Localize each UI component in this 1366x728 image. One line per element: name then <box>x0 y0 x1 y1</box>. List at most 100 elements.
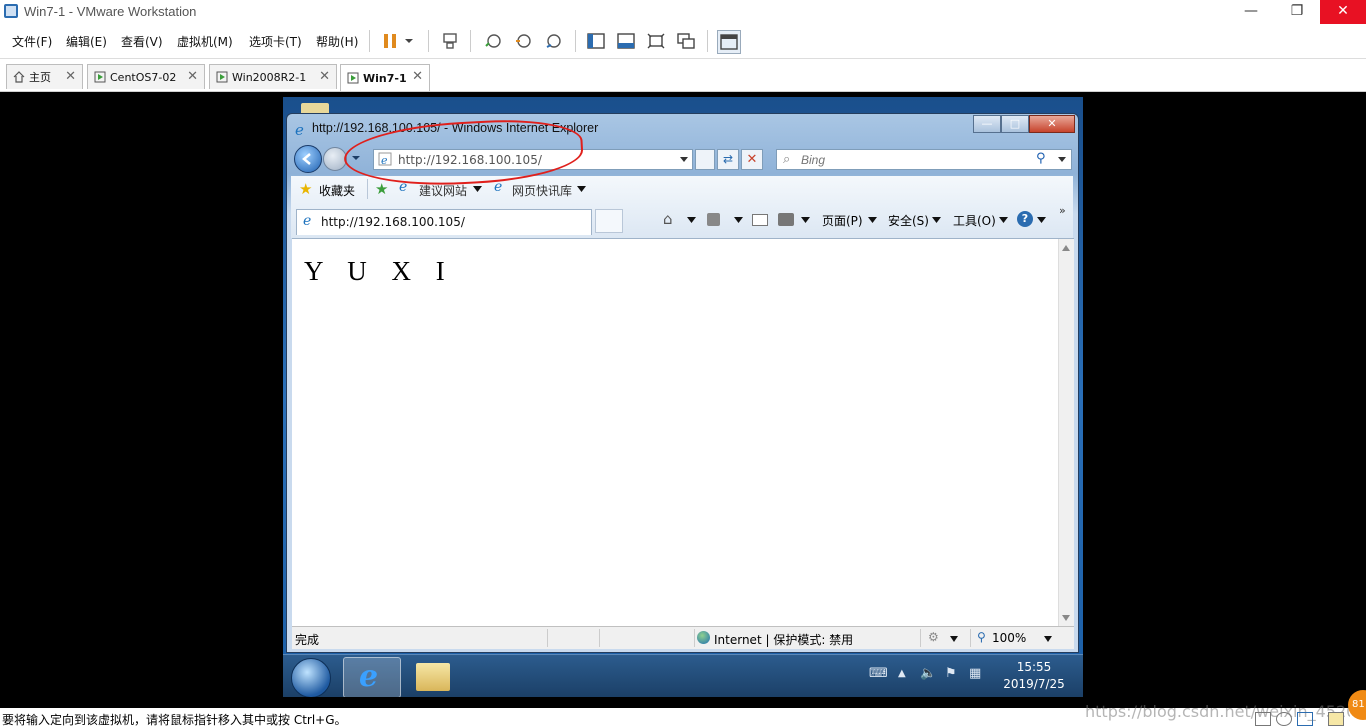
back-icon[interactable] <box>294 145 322 173</box>
chevron-down-icon[interactable] <box>679 156 689 164</box>
tab-centos7-02[interactable]: CentOS7-02 ✕ <box>87 64 205 89</box>
tray-expand-icon[interactable]: ▲ <box>898 668 906 679</box>
compatibility-view-icon[interactable] <box>695 149 715 170</box>
snapshot-manager-icon[interactable] <box>542 30 564 52</box>
network-icon[interactable]: ▦ <box>969 666 981 681</box>
volume-muted-icon[interactable]: 🔈 <box>920 666 936 681</box>
guest-screen[interactable]: e http://192.168.100.105/ - Windows Inte… <box>283 97 1083 697</box>
chevron-down-icon[interactable] <box>687 217 696 224</box>
device-cd-icon[interactable] <box>1276 712 1292 726</box>
favorites-star-icon: ★ <box>299 180 313 198</box>
send-ctrl-alt-del-icon[interactable] <box>439 30 461 52</box>
ie-minimize-button[interactable]: — <box>973 115 1001 133</box>
revert-snapshot-icon[interactable] <box>512 30 534 52</box>
search-icon[interactable]: ⚲ <box>1036 151 1046 166</box>
scroll-down-icon[interactable] <box>1062 615 1070 621</box>
chevron-down-icon[interactable] <box>801 217 810 224</box>
action-center-icon[interactable]: ⚑ <box>945 666 957 681</box>
ie-logo-icon: e <box>359 659 379 694</box>
chevron-down-icon[interactable] <box>1057 156 1067 164</box>
chevron-down-icon[interactable] <box>401 30 417 52</box>
more-icon[interactable]: » <box>1059 204 1066 217</box>
message-icon[interactable] <box>1328 712 1344 726</box>
guest-taskbar: e ⌨ ▲ 🔈 ⚑ ▦ 15:55 2019/7/25 <box>283 654 1083 697</box>
mail-icon[interactable] <box>752 214 768 226</box>
console-view-icon[interactable] <box>717 30 741 54</box>
web-slice-link[interactable]: 网页快讯库 <box>512 182 572 199</box>
ie-tab-active[interactable]: e http://192.168.100.105/ <box>296 209 592 235</box>
chevron-down-icon[interactable] <box>868 217 877 224</box>
ie-command-area: ★ 收藏夹 ★ e 建议网站 e 网页快讯库 e http://192.168.… <box>291 176 1073 238</box>
chevron-down-icon[interactable] <box>950 636 958 642</box>
refresh-icon[interactable]: ⇄ <box>717 149 739 170</box>
scroll-up-icon[interactable] <box>1062 245 1070 251</box>
menu-view[interactable]: 查看(V) <box>121 33 163 50</box>
menu-help[interactable]: 帮助(H) <box>316 33 358 50</box>
globe-icon <box>697 631 710 644</box>
close-button[interactable]: ✕ <box>1320 0 1366 24</box>
keyboard-icon[interactable]: ⌨ <box>869 666 888 681</box>
thumbnail-bar-icon[interactable] <box>615 30 637 52</box>
zoom-level[interactable]: 100% <box>992 631 1026 645</box>
search-box[interactable]: ⌕ ⚲ <box>776 149 1072 170</box>
ie-window[interactable]: e http://192.168.100.105/ - Windows Inte… <box>286 113 1079 653</box>
pause-icon[interactable] <box>379 30 401 52</box>
favorites-button[interactable]: 收藏夹 <box>319 182 355 199</box>
chevron-down-icon[interactable] <box>473 186 482 193</box>
vm-tab-bar: 主页 ✕ CentOS7-02 ✕ Win2008R2-1 ✕ Win7-1 ✕ <box>0 59 1366 92</box>
unity-icon[interactable] <box>675 30 697 52</box>
snapshot-icon[interactable] <box>482 30 504 52</box>
ie-close-button[interactable]: ✕ <box>1029 115 1075 133</box>
menu-tabs[interactable]: 选项卡(T) <box>249 33 302 50</box>
ie-maximize-button[interactable]: □ <box>1001 115 1029 133</box>
vmware-app-icon <box>4 4 18 18</box>
taskbar-explorer-icon[interactable] <box>416 663 450 691</box>
page-menu[interactable]: 页面(P) <box>822 212 863 229</box>
tools-menu[interactable]: 工具(O) <box>953 212 996 229</box>
close-icon[interactable]: ✕ <box>65 69 76 84</box>
print-icon[interactable] <box>778 213 794 226</box>
device-network-icon[interactable] <box>1297 712 1313 726</box>
add-favorites-icon[interactable]: ★ <box>375 180 388 198</box>
search-input[interactable] <box>799 151 1043 168</box>
close-icon[interactable]: ✕ <box>319 69 330 84</box>
start-button-icon[interactable] <box>291 658 331 697</box>
vertical-scrollbar[interactable] <box>1058 239 1074 627</box>
taskbar-date[interactable]: 2019/7/25 <box>993 677 1075 691</box>
status-text: 完成 <box>295 633 320 647</box>
device-hdd-icon[interactable] <box>1255 712 1271 726</box>
menu-edit[interactable]: 编辑(E) <box>66 33 107 50</box>
close-icon[interactable]: ✕ <box>412 69 423 84</box>
new-tab-button[interactable] <box>595 209 623 233</box>
chevron-down-icon[interactable] <box>1037 217 1046 224</box>
page-content[interactable]: Y U X I <box>292 238 1074 629</box>
full-screen-icon[interactable] <box>645 30 667 52</box>
divider <box>547 629 548 647</box>
taskbar-time[interactable]: 15:55 <box>999 660 1069 674</box>
home-icon[interactable]: ⌂ <box>663 210 673 228</box>
minimize-button[interactable]: — <box>1228 0 1274 24</box>
protected-mode-icon[interactable]: ⚙ <box>928 630 939 644</box>
menu-file[interactable]: 文件(F) <box>12 33 52 50</box>
tab-win2008r2-1[interactable]: Win2008R2-1 ✕ <box>209 64 337 89</box>
menu-vm[interactable]: 虚拟机(M) <box>177 33 233 50</box>
taskbar-ie-button[interactable]: e <box>343 657 401 697</box>
ie-status-bar: 完成 Internet | 保护模式: 禁用 ⚙ ⚲ 100% <box>292 626 1074 649</box>
feeds-icon[interactable] <box>707 213 720 226</box>
tab-home[interactable]: 主页 ✕ <box>6 64 83 89</box>
notification-badge-icon[interactable]: 81 <box>1348 690 1366 720</box>
chevron-down-icon[interactable] <box>577 186 586 193</box>
chevron-down-icon[interactable] <box>1044 636 1052 642</box>
maximize-button[interactable]: ❐ <box>1274 0 1320 24</box>
stop-icon[interactable]: ✕ <box>741 149 763 170</box>
chevron-down-icon[interactable] <box>932 217 941 224</box>
chevron-down-icon[interactable] <box>999 217 1008 224</box>
security-zone[interactable]: Internet | 保护模式: 禁用 <box>714 631 853 648</box>
show-library-icon[interactable] <box>585 30 607 52</box>
tab-label: CentOS7-02 <box>110 70 177 84</box>
close-icon[interactable]: ✕ <box>187 69 198 84</box>
help-icon[interactable]: ? <box>1017 211 1033 227</box>
safety-menu[interactable]: 安全(S) <box>888 212 929 229</box>
tab-win7-1[interactable]: Win7-1 ✕ <box>340 64 430 91</box>
chevron-down-icon[interactable] <box>734 217 743 224</box>
